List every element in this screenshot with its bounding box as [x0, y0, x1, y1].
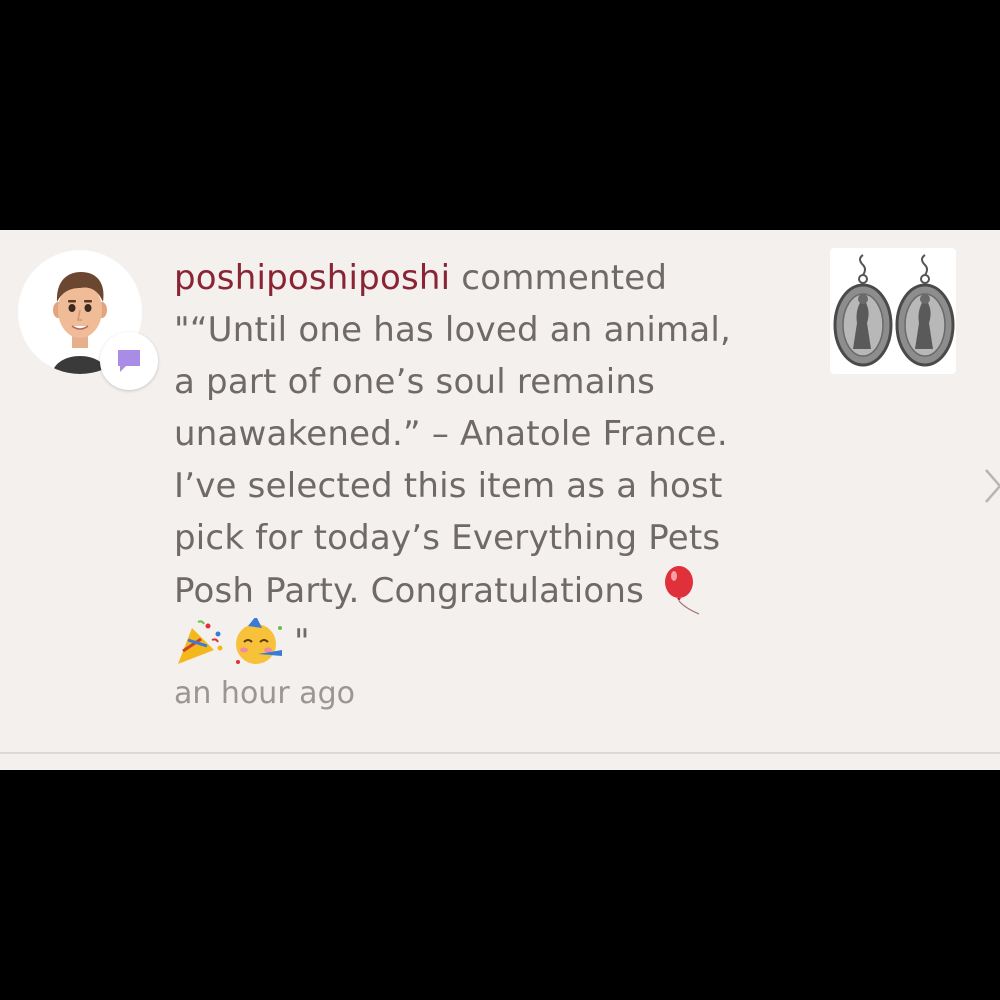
comment-timestamp: an hour ago — [174, 676, 355, 711]
comment-action: commented — [461, 258, 668, 298]
comment-line: Posh Party. Congratulations — [174, 571, 645, 611]
comment-emoji-line: " — [174, 616, 804, 668]
comment-header: poshiposhiposhi commented — [174, 252, 804, 304]
divider — [0, 752, 1000, 754]
comment-line: unawakened.” – Anatole France. — [174, 414, 728, 454]
avatar-container[interactable] — [18, 250, 158, 390]
chevron-right-icon[interactable] — [984, 468, 1000, 504]
username-link[interactable]: poshiposhiposhi — [174, 258, 450, 298]
listing-thumbnail[interactable] — [830, 248, 956, 374]
comment-line: a part of one’s soul remains — [174, 362, 656, 402]
comment-line-with-balloon: Posh Party. Congratulations — [174, 564, 804, 616]
comment-line: I’ve selected this item as a host — [174, 466, 723, 506]
comment-line: "“Until one has loved an animal, — [174, 310, 732, 350]
party-popper-icon — [178, 620, 223, 664]
comment-badge — [100, 332, 158, 390]
comment-bubble-icon — [118, 350, 140, 372]
comment-body: poshiposhiposhi commented "“Until one ha… — [174, 252, 804, 668]
medal-earrings-image — [833, 254, 955, 367]
balloon-icon — [665, 566, 700, 615]
partying-face-icon — [236, 618, 282, 664]
comment-card[interactable]: poshiposhiposhi commented "“Until one ha… — [0, 230, 1000, 770]
comment-trailing-quote: " — [294, 622, 310, 662]
comment-line: pick for today’s Everything Pets — [174, 518, 721, 558]
